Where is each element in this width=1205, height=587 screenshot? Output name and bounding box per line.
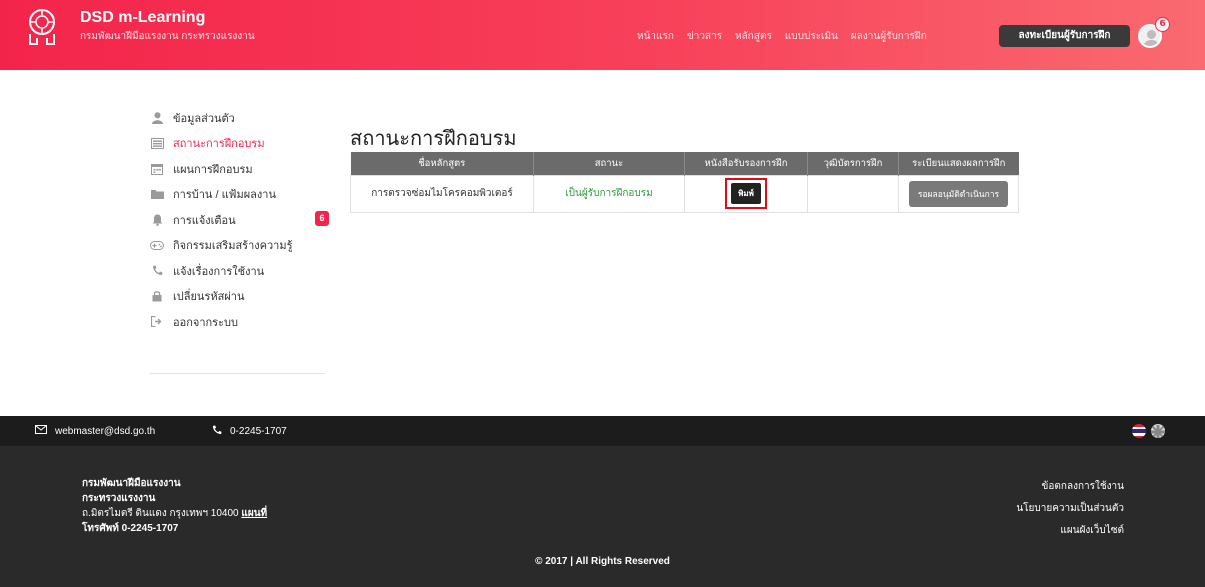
sidebar-item-label: ออกจากระบบ (173, 316, 238, 329)
uk-flag-icon[interactable] (1151, 424, 1165, 438)
thai-flag-icon[interactable] (1132, 424, 1146, 438)
sidebar-item-label: เปลี่ยนรหัสผ่าน (173, 291, 245, 304)
footer-links: ข้อตกลงการใช้งาน นโยบายความเป็นส่วนตัว แ… (1016, 476, 1124, 542)
sidebar-item-notifications[interactable]: การแจ้งเตือน 6 (150, 207, 329, 233)
footer-email-text[interactable]: webmaster@dsd.go.th (55, 426, 155, 437)
sidebar-item-label: การบ้าน / แฟ้มผลงาน (173, 189, 276, 202)
sidebar-item-label: สถานะการฝึกอบรม (173, 138, 265, 151)
sidebar: ข้อมูลส่วนตัว สถานะการฝึกอบรม แผนการฝึกอ… (150, 105, 329, 335)
bell-icon (150, 213, 164, 227)
ministry-name: กระทรวงแรงงาน (82, 493, 156, 504)
dsd-logo[interactable] (25, 8, 59, 46)
sidebar-item-report-issue[interactable]: แจ้งเรื่องการใช้งาน (150, 258, 328, 284)
notification-badge: 6 (315, 211, 329, 226)
avatar-head (1147, 30, 1156, 39)
training-status-table: ชื่อหลักสูตร สถานะ หนังสือรับรองการฝึก ว… (350, 152, 1019, 213)
sidebar-item-label: การแจ้งเตือน (173, 214, 236, 227)
table-row: การตรวจซ่อมไมโครคอมพิวเตอร์ เป็นผู้รับกา… (350, 174, 1019, 213)
table-header-row: ชื่อหลักสูตร สถานะ หนังสือรับรองการฝึก ว… (350, 152, 1019, 175)
brand-title[interactable]: DSD m-Learning (80, 9, 205, 27)
sidebar-item-activities[interactable]: กิจกรรมเสริมสร้างความรู้ (150, 233, 328, 259)
terms-link[interactable]: ข้อตกลงการใช้งาน (1016, 476, 1124, 498)
sidebar-item-training-status[interactable]: สถานะการฝึกอบรม (150, 131, 328, 157)
envelope-icon (35, 425, 47, 437)
sidebar-item-training-plan[interactable]: แผนการฝึกอบรม (150, 156, 328, 182)
certificate-cell: พิมพ์ (684, 174, 808, 213)
footer-organization: กรมพัฒนาฝีมือแรงงาน กระทรวงแรงงาน ถ.มิตร… (82, 476, 267, 536)
org-name: กรมพัฒนาฝีมือแรงงาน (82, 478, 181, 489)
column-header-transcript: ระเบียนแสดงผลการฝึก (898, 152, 1019, 175)
privacy-link[interactable]: นโยบายความเป็นส่วนตัว (1016, 498, 1124, 520)
diploma-cell (807, 174, 899, 213)
pending-approval-button[interactable]: รอผลอนุมัติดำเนินการ (908, 180, 1009, 207)
phone-icon (150, 264, 164, 278)
top-header: DSD m-Learning กรมพัฒนาฝีมือแรงงาน กระทร… (0, 0, 1205, 70)
list-icon (150, 136, 164, 150)
address-text: ถ.มิตรไมตรี ดินแดง กรุงเทพฯ 10400 (82, 508, 239, 519)
copyright: © 2017 | All Rights Reserved (535, 556, 670, 567)
sidebar-item-label: กิจกรรมเสริมสร้างความรู้ (173, 240, 293, 253)
column-header-status: สถานะ (533, 152, 685, 175)
course-name-cell: การตรวจซ่อมไมโครคอมพิวเตอร์ (350, 174, 534, 213)
transcript-cell: รอผลอนุมัติดำเนินการ (898, 174, 1019, 213)
sitemap-link[interactable]: แผนผังเว็บไซต์ (1016, 520, 1124, 542)
sidebar-item-profile[interactable]: ข้อมูลส่วนตัว (150, 105, 328, 131)
notification-count-badge[interactable]: 6 (1155, 17, 1170, 32)
sign-out-icon (150, 315, 164, 329)
sidebar-item-label: แผนการฝึกอบรม (173, 163, 253, 176)
phone-icon (212, 424, 222, 438)
nav-home[interactable]: หน้าแรก (637, 29, 674, 44)
calendar-icon (150, 162, 164, 176)
print-certificate-button[interactable]: พิมพ์ (731, 183, 761, 204)
footer-contact-bar: webmaster@dsd.go.th 0-2245-1707 (0, 416, 1205, 446)
avatar-body (1143, 40, 1160, 46)
page: DSD m-Learning กรมพัฒนาฝีมือแรงงาน กระทร… (0, 0, 1205, 587)
sidebar-item-logout[interactable]: ออกจากระบบ (150, 309, 328, 335)
nav-courses[interactable]: หลักสูตร (735, 29, 772, 44)
sidebar-item-homework[interactable]: การบ้าน / แฟ้มผลงาน (150, 182, 328, 208)
user-icon (150, 111, 164, 125)
status-cell: เป็นผู้รับการฝึกอบรม (533, 174, 685, 213)
nav-trainee-works[interactable]: ผลงานผู้รับการฝึก (851, 29, 927, 44)
column-header-certificate: หนังสือรับรองการฝึก (684, 152, 808, 175)
sidebar-divider (150, 373, 325, 374)
sidebar-item-label: ข้อมูลส่วนตัว (173, 112, 235, 125)
footer-phone[interactable]: 0-2245-1707 (212, 416, 287, 446)
address-line: ถ.มิตรไมตรี ดินแดง กรุงเทพฯ 10400 แผนที่ (82, 506, 267, 521)
page-title: สถานะการฝึกอบรม (350, 128, 517, 150)
brand-subtitle: กรมพัฒนาฝีมือแรงงาน กระทรวงแรงงาน (80, 31, 255, 42)
sidebar-item-label: แจ้งเรื่องการใช้งาน (173, 265, 265, 278)
nav-news[interactable]: ข่าวสาร (687, 29, 722, 44)
footer-email[interactable]: webmaster@dsd.go.th (35, 416, 155, 446)
tel-line: โทรศัพท์ 0-2245-1707 (82, 523, 179, 534)
print-highlight-box: พิมพ์ (725, 178, 767, 209)
nav-evaluation[interactable]: แบบประเมิน (785, 29, 838, 44)
column-header-diploma: วุฒิบัตรการฝึก (807, 152, 899, 175)
gamepad-icon (150, 238, 164, 252)
lock-icon (150, 289, 164, 303)
map-link[interactable]: แผนที่ (241, 508, 267, 519)
column-header-course: ชื่อหลักสูตร (350, 152, 534, 175)
main-nav: หน้าแรก ข่าวสาร หลักสูตร แบบประเมิน ผลงา… (637, 29, 940, 44)
register-trainee-button[interactable]: ลงทะเบียนผู้รับการฝึก (999, 25, 1130, 47)
sidebar-item-change-password[interactable]: เปลี่ยนรหัสผ่าน (150, 284, 328, 310)
footer-phone-text: 0-2245-1707 (230, 425, 287, 437)
folder-icon (150, 187, 164, 201)
